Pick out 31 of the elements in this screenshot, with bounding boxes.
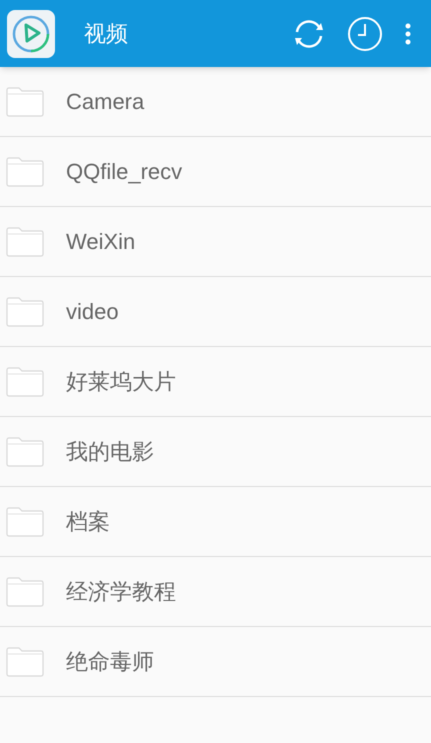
clock-icon[interactable] <box>347 16 383 52</box>
folder-icon <box>5 366 45 398</box>
folder-name: QQfile_recv <box>66 158 182 186</box>
folder-icon <box>5 296 45 328</box>
folder-row[interactable]: QQfile_recv <box>0 137 431 207</box>
app-title: 视频 <box>84 20 129 48</box>
folder-name: 绝命毒师 <box>66 648 154 676</box>
folder-icon <box>5 226 45 258</box>
folder-row[interactable]: 绝命毒师 <box>0 627 431 697</box>
folder-row[interactable]: 经济学教程 <box>0 557 431 627</box>
folder-row[interactable]: 我的电影 <box>0 417 431 487</box>
folder-row[interactable]: 档案 <box>0 487 431 557</box>
folder-icon <box>5 436 45 468</box>
folder-name: 经济学教程 <box>66 578 176 606</box>
folder-name: Camera <box>66 88 144 116</box>
folder-icon <box>5 576 45 608</box>
folder-icon <box>5 86 45 118</box>
folder-icon <box>5 646 45 678</box>
folder-row[interactable]: WeiXin <box>0 207 431 277</box>
folder-icon <box>5 506 45 538</box>
folder-row[interactable]: 好莱坞大片 <box>0 347 431 417</box>
more-options-icon[interactable] <box>405 22 411 44</box>
folder-row[interactable]: Camera <box>0 67 431 137</box>
app-logo-icon <box>7 10 55 58</box>
folder-name: 档案 <box>66 508 110 536</box>
folder-name: WeiXin <box>66 228 136 256</box>
folder-name: 我的电影 <box>66 438 154 466</box>
folder-icon <box>5 156 45 188</box>
folder-name: video <box>66 298 119 326</box>
folder-row[interactable]: video <box>0 277 431 347</box>
folder-name: 好莱坞大片 <box>66 368 176 396</box>
